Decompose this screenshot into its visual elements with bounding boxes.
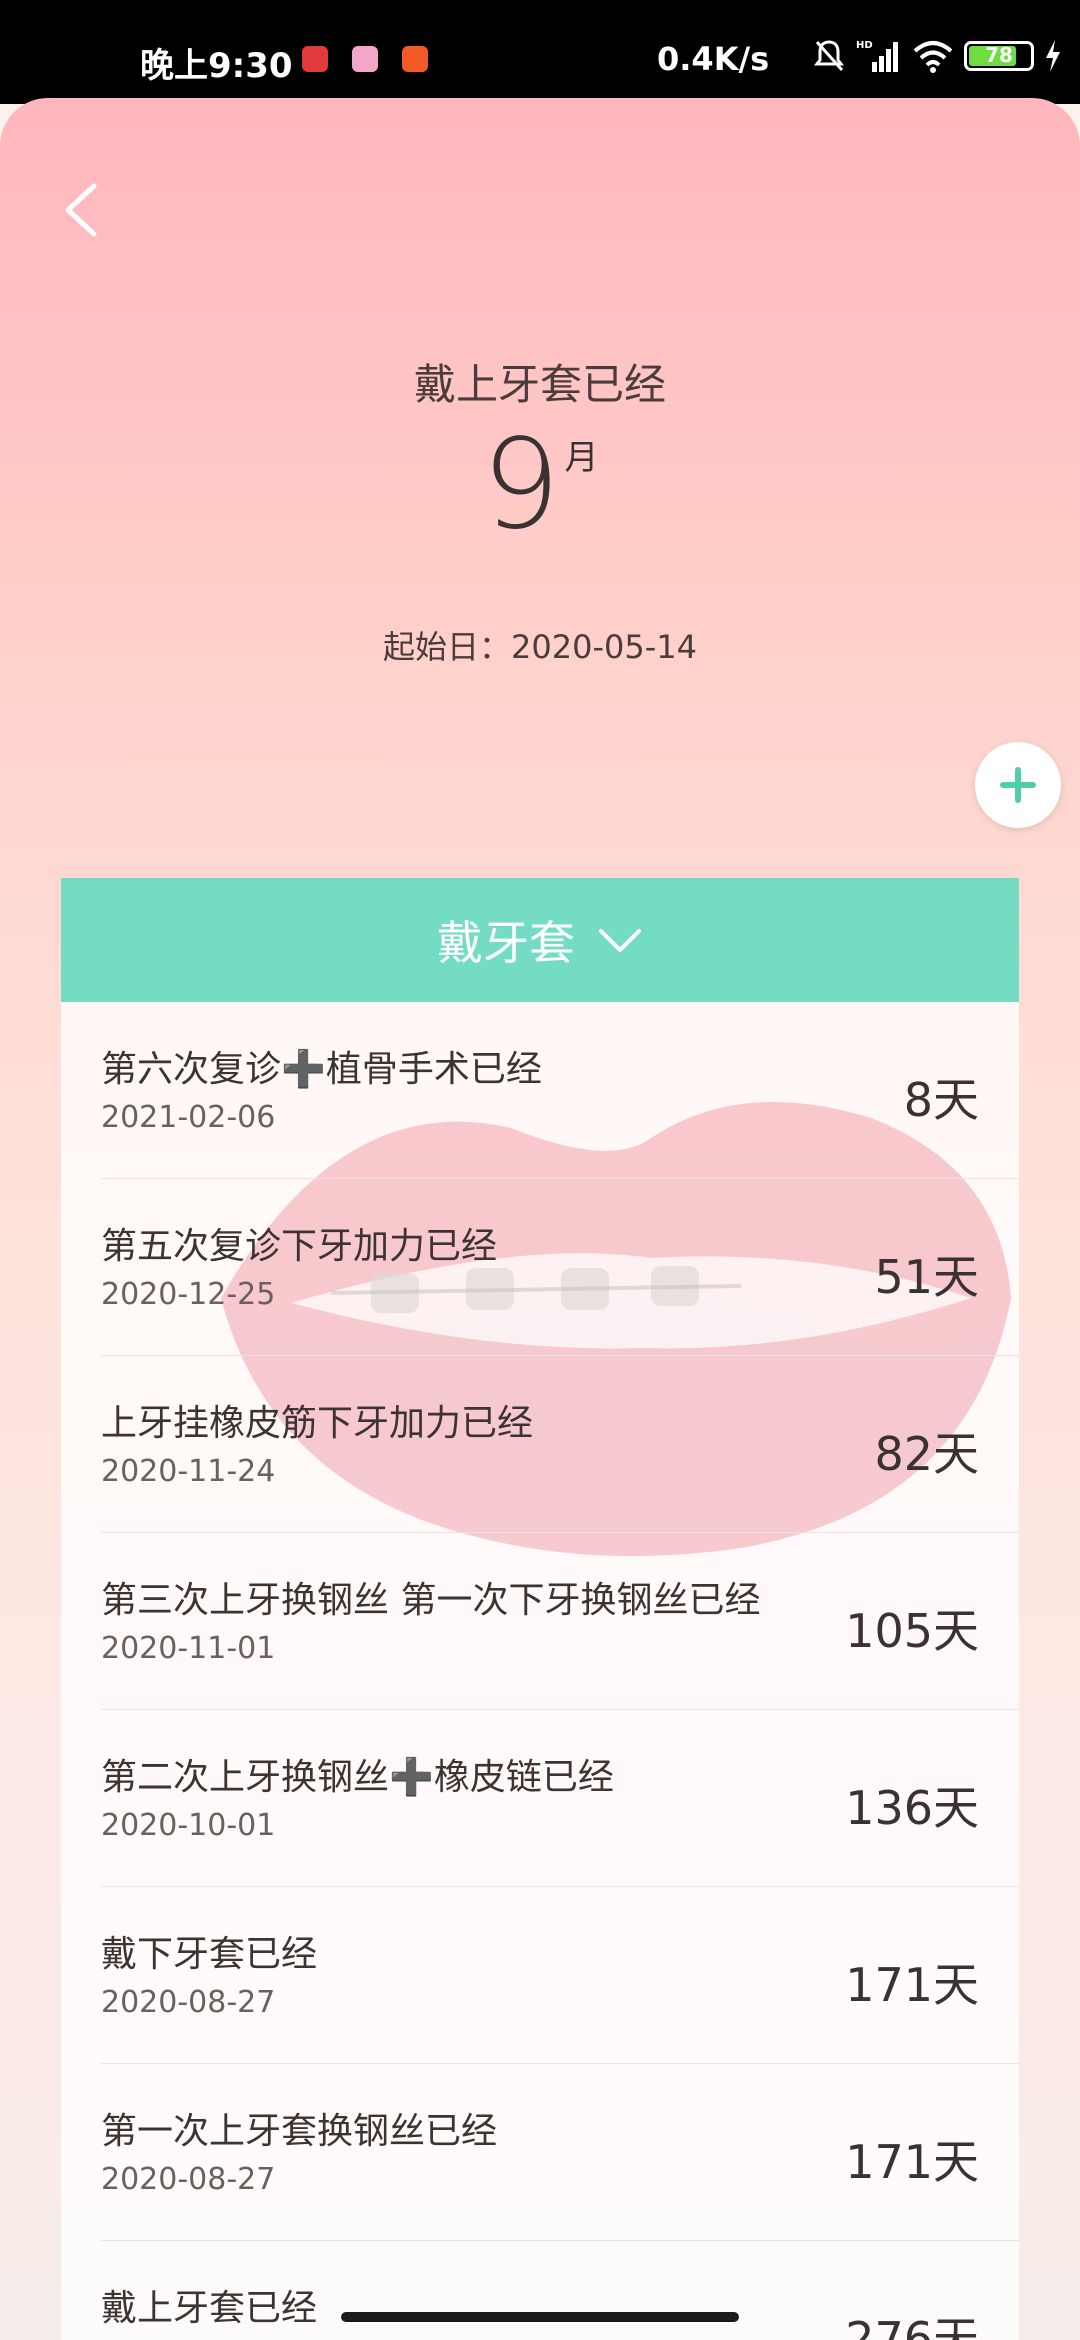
list-item[interactable]: 戴上牙套已经 2020-05-14 276天: [101, 2241, 1019, 2340]
list-item[interactable]: 戴下牙套已经 2020-08-27 171天: [101, 1887, 1019, 2064]
item-title: 第一次上牙套换钢丝已经: [101, 2111, 498, 2152]
category-label: 戴牙套: [437, 916, 575, 970]
item-title: 第六次复诊➕植骨手术已经: [101, 1049, 542, 1090]
category-dropdown[interactable]: 戴牙套: [61, 878, 1019, 1002]
item-date: 2021-02-06: [101, 1100, 276, 1135]
item-title: 第三次上牙换钢丝 第一次下牙换钢丝已经: [101, 1580, 761, 1621]
chevron-down-icon: [599, 929, 641, 952]
item-days: 276天: [845, 2312, 979, 2340]
event-list: 第六次复诊➕植骨手术已经 2021-02-06 8天 第五次复诊下牙加力已经 2…: [61, 1002, 1019, 2340]
item-date: 2020-08-27: [101, 2162, 276, 2197]
list-item[interactable]: 第一次上牙套换钢丝已经 2020-08-27 171天: [101, 2064, 1019, 2241]
item-title: 戴上牙套已经: [101, 2288, 318, 2329]
network-speed: 0.4K/s: [657, 40, 770, 78]
page-title: 戴上牙套已经: [413, 360, 666, 409]
item-days: 8天: [903, 1073, 979, 1127]
item-days: 51天: [874, 1250, 979, 1304]
item-days: 171天: [845, 1958, 979, 2012]
item-days: 136天: [845, 1781, 979, 1835]
svg-text:HD: HD: [856, 40, 873, 51]
page: 戴上牙套已经 9月 起始日：2020-05-14 戴牙套 第六次复诊➕植骨手术已…: [0, 98, 1080, 2340]
item-title: 戴下牙套已经: [101, 1934, 318, 1975]
item-date: 2020-11-01: [101, 1631, 276, 1666]
list-item[interactable]: 第三次上牙换钢丝 第一次下牙换钢丝已经 2020-11-01 105天: [101, 1533, 1019, 1710]
red-app-icon: [302, 46, 328, 72]
list-item[interactable]: 第六次复诊➕植骨手术已经 2021-02-06 8天: [101, 1002, 1019, 1179]
list-item[interactable]: 上牙挂橡皮筋下牙加力已经 2020-11-24 82天: [101, 1356, 1019, 1533]
status-icons: HD 78: [812, 36, 1062, 76]
hd-signal-icon: HD: [856, 40, 898, 72]
item-days: 82天: [874, 1427, 979, 1481]
duration-value: 9: [481, 413, 561, 557]
status-time: 晚上9:30: [140, 46, 293, 86]
item-date: 2020-11-24: [101, 1454, 276, 1489]
item-days: 171天: [845, 2135, 979, 2189]
start-date: 起始日：2020-05-14: [383, 628, 697, 666]
item-title: 第五次复诊下牙加力已经: [101, 1226, 498, 1267]
battery-level: 78: [985, 43, 1013, 67]
wifi-icon: [913, 41, 953, 73]
back-arrow-icon[interactable]: [54, 180, 114, 240]
list-item[interactable]: 第二次上牙换钢丝➕橡皮链已经 2020-10-01 136天: [101, 1710, 1019, 1887]
duration-unit: 月: [564, 438, 599, 478]
status-bar: 晚上9:30 0.4K/s HD 78: [0, 0, 1080, 104]
list-item[interactable]: 第五次复诊下牙加力已经 2020-12-25 51天: [101, 1179, 1019, 1356]
event-card: 戴牙套 第六次复诊➕植骨手术已经 2021-02-06 8天 第五次复诊下牙加力…: [61, 878, 1019, 2340]
battery-icon: 78: [964, 41, 1034, 71]
add-event-button[interactable]: [975, 742, 1061, 828]
pink-app-icon: [352, 46, 378, 72]
home-indicator[interactable]: [341, 2312, 739, 2322]
duration-display: 9月: [0, 423, 1080, 547]
item-date: 2020-12-25: [101, 1277, 276, 1312]
orange-app-icon: [402, 46, 428, 72]
item-date: 2020-08-27: [101, 1985, 276, 2020]
item-title: 第二次上牙换钢丝➕橡皮链已经: [101, 1757, 614, 1798]
charging-icon: [1046, 40, 1060, 72]
bell-muted-icon: [814, 40, 844, 71]
item-days: 105天: [845, 1604, 979, 1658]
item-date: 2020-10-01: [101, 1808, 276, 1843]
plus-icon-stroke: [1015, 767, 1021, 803]
screen: 晚上9:30 0.4K/s HD 78 戴上牙套已经 9 月 起始日：2020-…: [0, 0, 1080, 2340]
item-title: 上牙挂橡皮筋下牙加力已经: [101, 1403, 534, 1444]
